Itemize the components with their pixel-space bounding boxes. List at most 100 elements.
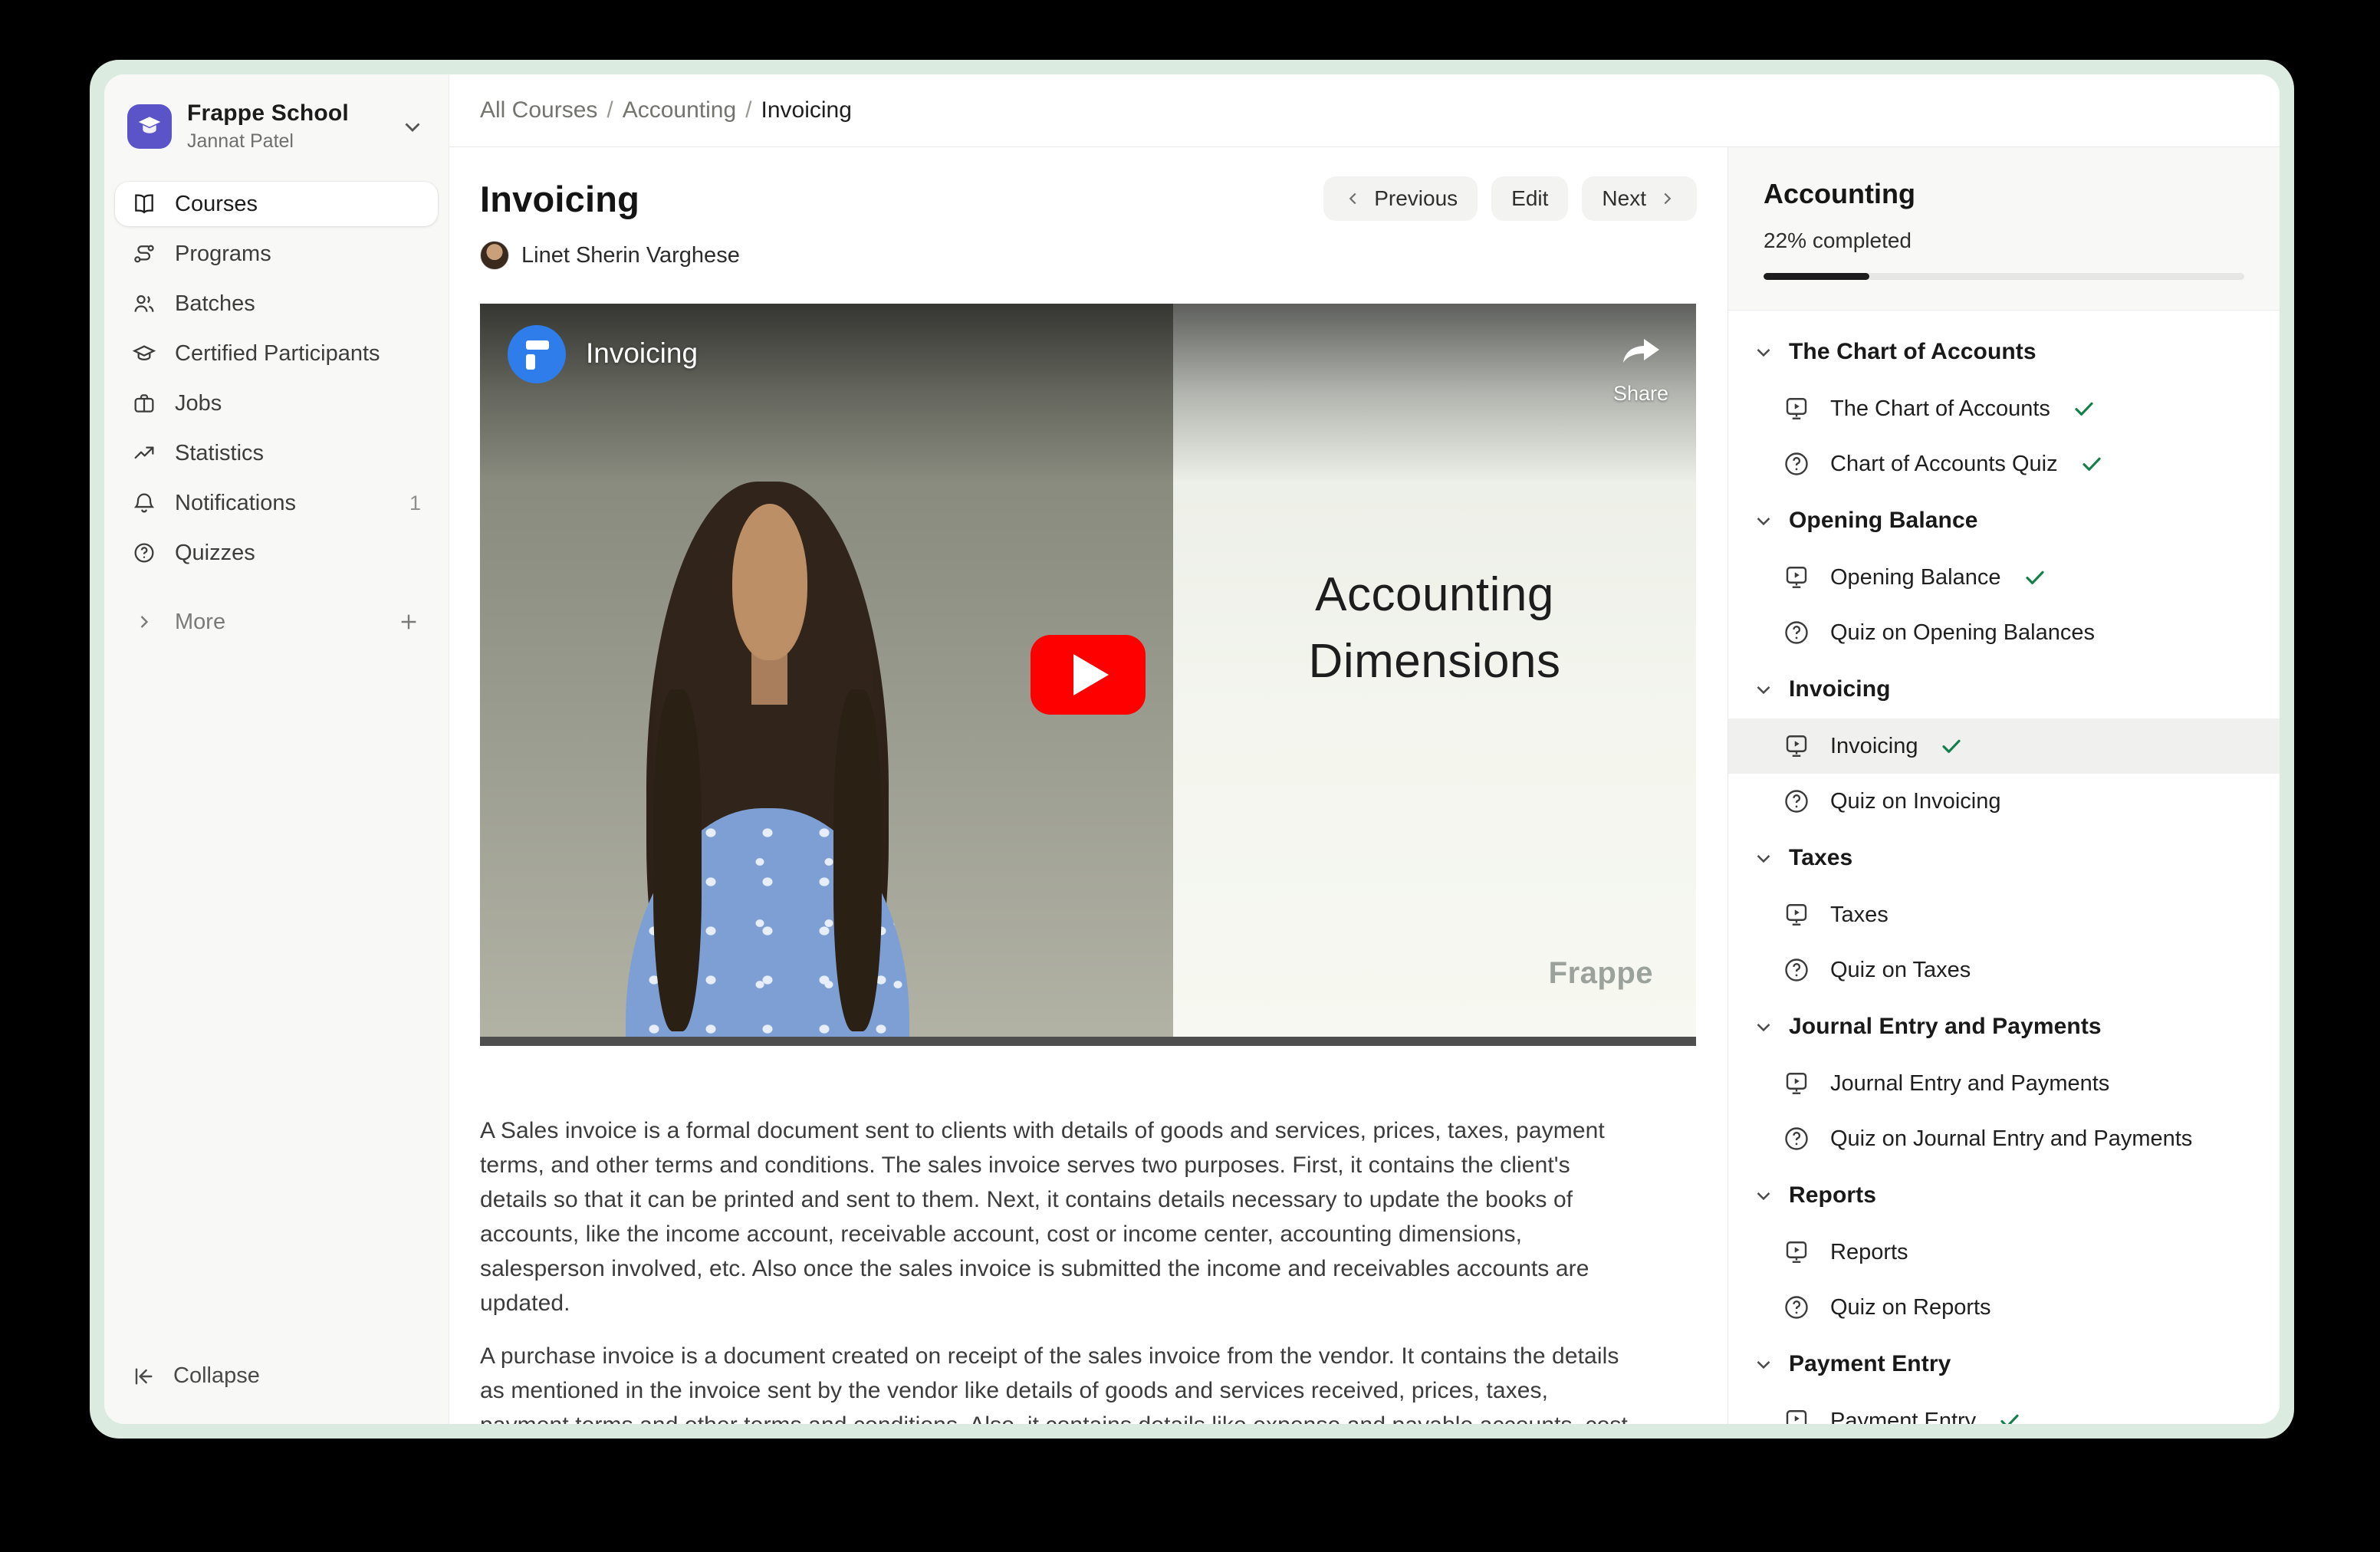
outline-quiz-item[interactable]: Quiz on Taxes: [1728, 942, 2280, 998]
app-window: Frappe School Jannat Patel Courses: [104, 74, 2280, 1424]
sidebar-more-label: More: [175, 610, 378, 635]
video-progress-bar[interactable]: [480, 1037, 1696, 1046]
progress-label: 22% completed: [1764, 229, 2244, 253]
sidebar-item-label: Courses: [175, 192, 258, 217]
outline-lesson-item[interactable]: The Chart of Accounts: [1728, 381, 2280, 436]
sidebar-item-statistics[interactable]: Statistics: [115, 431, 438, 475]
video-lesson-icon: [1783, 1070, 1810, 1097]
route-icon: [132, 242, 156, 266]
outline-lesson-item[interactable]: Journal Entry and Payments: [1728, 1056, 2280, 1111]
share-arrow-icon: [1619, 333, 1662, 370]
video-lesson-icon: [1783, 1407, 1810, 1424]
edit-button[interactable]: Edit: [1491, 176, 1568, 221]
course-title: Accounting: [1764, 178, 2244, 210]
lesson-content: Invoicing Previous Edit Next: [449, 147, 1727, 1424]
breadcrumb-bar: All Courses/Accounting/Invoicing: [449, 74, 2280, 147]
sidebar-item-notifications[interactable]: Notifications 1: [115, 481, 438, 525]
chevron-left-icon: [1343, 189, 1363, 209]
workspace-switcher[interactable]: Frappe School Jannat Patel: [104, 74, 449, 153]
frappe-watermark: Frappe: [1549, 956, 1653, 991]
youtube-play-button[interactable]: [1031, 635, 1146, 715]
channel-avatar[interactable]: [508, 325, 566, 383]
outline-quiz-item[interactable]: Chart of Accounts Quiz: [1728, 436, 2280, 492]
sidebar-item-label: Quizzes: [175, 541, 255, 566]
graduation-cap-logo-icon: [135, 112, 164, 141]
collapse-icon: [132, 1364, 156, 1389]
video-lesson-icon: [1783, 901, 1810, 929]
outline-item-label: Quiz on Taxes: [1830, 958, 1971, 983]
outline-quiz-item[interactable]: Quiz on Reports: [1728, 1280, 2280, 1335]
outline-section-title: Invoicing: [1789, 676, 1891, 702]
breadcrumb-accounting[interactable]: Accounting: [623, 97, 736, 123]
chevron-right-icon: [132, 610, 156, 634]
chevron-down-icon: [1752, 847, 1775, 870]
breadcrumb-all-courses[interactable]: All Courses: [480, 97, 597, 123]
previous-button[interactable]: Previous: [1323, 176, 1478, 221]
author-avatar: [480, 241, 509, 270]
outline-section-header[interactable]: Taxes: [1728, 829, 2280, 887]
chevron-down-icon: [1752, 1353, 1775, 1376]
chevron-down-icon: [1752, 678, 1775, 701]
outline-item-label: Quiz on Journal Entry and Payments: [1830, 1126, 2192, 1152]
sidebar-item-batches[interactable]: Batches: [115, 281, 438, 326]
video-lesson-icon: [1783, 564, 1810, 591]
outline-quiz-item[interactable]: Quiz on Opening Balances: [1728, 605, 2280, 660]
course-outline-panel: Accounting 22% completed The Chart of Ac…: [1727, 147, 2280, 1424]
outline-lesson-item[interactable]: Reports: [1728, 1225, 2280, 1280]
course-progress-header: Accounting 22% completed: [1728, 147, 2280, 311]
outline-section-title: Payment Entry: [1789, 1351, 1951, 1377]
outline-item-label: Reports: [1830, 1240, 1908, 1265]
outline-section-header[interactable]: Journal Entry and Payments: [1728, 998, 2280, 1056]
help-circle-icon: [132, 541, 156, 565]
outline-section-title: Reports: [1789, 1182, 1876, 1208]
collapse-label: Collapse: [173, 1363, 260, 1389]
author-row: Linet Sherin Varghese: [480, 241, 1697, 270]
sidebar-item-quizzes[interactable]: Quizzes: [115, 531, 438, 575]
video-overlay-title[interactable]: Invoicing: [586, 337, 1613, 370]
completed-check-icon: [1997, 1409, 2022, 1424]
outline-section-title: Journal Entry and Payments: [1789, 1014, 2102, 1040]
outline-quiz-item[interactable]: Quiz on Journal Entry and Payments: [1728, 1111, 2280, 1166]
plus-icon[interactable]: [396, 610, 421, 634]
chevron-down-icon: [1752, 1015, 1775, 1038]
app-frame: Frappe School Jannat Patel Courses: [90, 60, 2294, 1439]
outline-lesson-item[interactable]: Opening Balance: [1728, 550, 2280, 605]
outline-item-label: Quiz on Opening Balances: [1830, 620, 2095, 646]
completed-check-icon: [1939, 734, 1964, 758]
chevron-down-icon: [399, 113, 426, 140]
workspace-title: Frappe School: [187, 100, 384, 127]
sidebar-item-more[interactable]: More: [115, 600, 438, 644]
breadcrumb: All Courses/Accounting/Invoicing: [480, 97, 852, 123]
quiz-icon: [1783, 956, 1810, 984]
outline-lesson-item[interactable]: Payment Entry: [1728, 1393, 2280, 1424]
bell-icon: [132, 491, 156, 515]
paragraph: A purchase invoice is a document created…: [480, 1339, 1638, 1424]
share-button[interactable]: Share: [1613, 328, 1668, 406]
briefcase-icon: [132, 391, 156, 416]
chevron-down-icon: [1752, 340, 1775, 363]
outline-section-title: Taxes: [1789, 845, 1852, 871]
completed-check-icon: [2023, 565, 2047, 590]
sidebar-item-programs[interactable]: Programs: [115, 232, 438, 276]
outline-section-header[interactable]: Invoicing: [1728, 660, 2280, 718]
sidebar-item-label: Programs: [175, 242, 271, 267]
outline-item-label: Chart of Accounts Quiz: [1830, 452, 2058, 477]
sidebar-item-jobs[interactable]: Jobs: [115, 381, 438, 426]
outline-lesson-item[interactable]: Invoicing: [1728, 718, 2280, 774]
outline-section-header[interactable]: Opening Balance: [1728, 492, 2280, 550]
outline-item-label: Payment Entry: [1830, 1409, 1976, 1425]
author-name: Linet Sherin Varghese: [521, 243, 740, 268]
paragraph: A Sales invoice is a formal document sen…: [480, 1113, 1638, 1320]
next-button[interactable]: Next: [1582, 176, 1697, 221]
outline-section-header[interactable]: Payment Entry: [1728, 1335, 2280, 1393]
course-outline-list: The Chart of AccountsThe Chart of Accoun…: [1728, 311, 2280, 1424]
sidebar-item-certified-participants[interactable]: Certified Participants: [115, 331, 438, 376]
sidebar-item-courses[interactable]: Courses: [115, 182, 438, 226]
outline-lesson-item[interactable]: Taxes: [1728, 887, 2280, 942]
youtube-video-player[interactable]: Accounting Dimensions Invoicing: [480, 304, 1696, 1046]
outline-quiz-item[interactable]: Quiz on Invoicing: [1728, 774, 2280, 829]
book-open-icon: [132, 192, 156, 216]
outline-section-header[interactable]: The Chart of Accounts: [1728, 323, 2280, 381]
collapse-sidebar-button[interactable]: Collapse: [132, 1363, 421, 1389]
outline-section-header[interactable]: Reports: [1728, 1166, 2280, 1225]
